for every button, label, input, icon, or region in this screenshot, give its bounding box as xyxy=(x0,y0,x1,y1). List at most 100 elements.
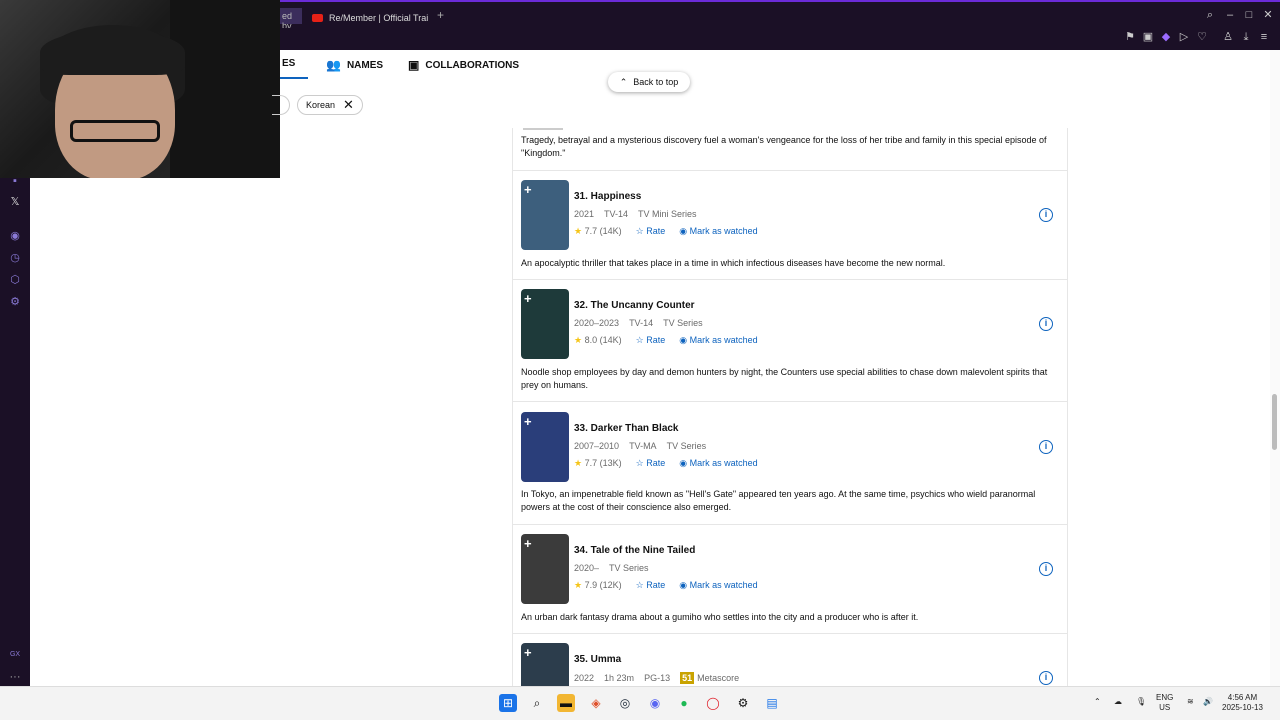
mark-watched-button[interactable]: ◉ Mark as watched xyxy=(679,226,757,237)
info-icon[interactable]: i xyxy=(1039,208,1053,222)
nav-item-collaborations[interactable]: ▣ COLLABORATIONS xyxy=(408,58,519,72)
star-icon: ★ xyxy=(574,458,583,468)
add-watchlist-icon[interactable]: + xyxy=(524,291,532,306)
star-icon: ★ xyxy=(574,226,583,236)
page-scrollbar[interactable] xyxy=(1270,50,1280,686)
menu-icon[interactable]: ≡ xyxy=(1258,31,1270,43)
mark-watched-button[interactable]: ◉ Mark as watched xyxy=(679,335,757,346)
minimize-icon[interactable]: – xyxy=(1224,9,1236,21)
item-description: In Tokyo, an impenetrable field known as… xyxy=(521,489,1036,512)
chevron-up-icon[interactable]: ⌃ xyxy=(1094,697,1101,707)
cloud-icon[interactable]: ☁ xyxy=(1114,697,1122,707)
item-meta: 2021 TV-14 TV Mini Series xyxy=(574,209,697,219)
back-to-top-button[interactable]: ⌃ Back to top xyxy=(608,72,690,92)
metascore-badge: 51 xyxy=(680,672,695,684)
close-icon[interactable]: ✕ xyxy=(343,97,354,113)
tab-previous[interactable]: ed by xyxy=(280,8,302,31)
gx-badge: GX xyxy=(9,651,21,658)
file-explorer-icon[interactable]: ▬ xyxy=(557,694,575,712)
nav-names-label: NAMES xyxy=(346,59,384,71)
info-icon[interactable]: i xyxy=(1039,671,1053,685)
item-meta: 2020– TV Series xyxy=(574,563,649,573)
opera-gx-icon[interactable]: ◯ xyxy=(704,694,722,712)
bookmark-icon[interactable]: ⚑ xyxy=(1124,31,1136,43)
item-title[interactable]: 32. The Uncanny Counter xyxy=(574,300,695,311)
taskbar xyxy=(0,686,1280,720)
rate-button[interactable]: ☆ Rate xyxy=(636,335,666,346)
item-rating: ★ 7.7 (13K) xyxy=(574,458,622,468)
video-library-icon: ▣ xyxy=(408,58,420,72)
search-icon[interactable]: ⌕ xyxy=(1204,9,1216,21)
add-watchlist-icon[interactable]: + xyxy=(524,182,532,197)
item-meta: 2022 1h 23m PG-13 51 Metascore xyxy=(574,672,740,684)
extensions-icon[interactable]: ⬡ xyxy=(9,274,21,286)
vpn-icon[interactable]: ◆ xyxy=(1160,31,1172,43)
maximize-icon[interactable]: □ xyxy=(1243,9,1255,21)
poster-image[interactable]: + xyxy=(521,289,569,359)
steam-icon[interactable]: ◎ xyxy=(616,694,634,712)
snapshot-icon[interactable]: ▣ xyxy=(1142,31,1154,43)
player-icon[interactable]: ▷ xyxy=(1178,31,1190,43)
info-icon[interactable]: i xyxy=(1039,317,1053,331)
item-title[interactable]: 33. Darker Than Black xyxy=(574,423,679,434)
poster-image[interactable]: + xyxy=(521,412,569,482)
mic-icon[interactable]: 🎙 xyxy=(1136,697,1146,707)
rate-button[interactable]: ☆ Rate xyxy=(636,226,666,237)
star-icon: ★ xyxy=(574,580,583,590)
filter-chip-korean[interactable]: Korean ✕ xyxy=(297,95,363,115)
add-watchlist-icon[interactable]: + xyxy=(524,414,532,429)
info-icon[interactable]: i xyxy=(1039,562,1053,576)
spotify-icon[interactable]: ● xyxy=(675,694,693,712)
search-icon[interactable]: ⌕ xyxy=(528,694,546,712)
player-sidebar-icon[interactable]: ◉ xyxy=(9,230,21,242)
metascore-label: Metascore xyxy=(697,673,740,683)
title-list: Tragedy, betrayal and a mysterious disco… xyxy=(512,128,1068,686)
settings-icon[interactable]: ⚙ xyxy=(9,296,21,308)
back-to-top-label: Back to top xyxy=(633,77,679,87)
mark-watched-button[interactable]: ◉ Mark as watched xyxy=(679,580,757,591)
more-icon[interactable]: ··· xyxy=(9,671,21,683)
account-icon[interactable]: ♙ xyxy=(1222,31,1234,43)
item-rating: ★ 7.9 (12K) xyxy=(574,580,622,590)
notepad-icon[interactable]: ▤ xyxy=(763,694,781,712)
item-title[interactable]: 34. Tale of the Nine Tailed xyxy=(574,545,695,556)
people-icon: 👥 xyxy=(326,58,341,72)
poster-image[interactable]: + xyxy=(521,534,569,604)
poster-image[interactable]: + xyxy=(521,180,569,250)
item-meta: 2020–2023 TV-14 TV Series xyxy=(574,318,703,328)
brave-icon[interactable]: ◈ xyxy=(587,694,605,712)
poster-image[interactable]: + xyxy=(521,643,569,686)
scrollbar-thumb[interactable] xyxy=(1272,394,1277,450)
windows-start-icon[interactable]: ⊞ xyxy=(499,694,517,712)
tab-active[interactable]: Re/Member | Official Trai xyxy=(312,8,452,28)
nav-item-names[interactable]: 👥 NAMES xyxy=(326,58,383,72)
mark-watched-button[interactable]: ◉ Mark as watched xyxy=(679,458,757,469)
x-icon[interactable]: 𝕏 xyxy=(9,196,21,208)
chevron-up-icon: ⌃ xyxy=(619,76,628,87)
item-title[interactable]: 35. Umma xyxy=(574,654,621,665)
history-icon[interactable]: ◷ xyxy=(9,252,21,264)
item-description: An apocalyptic thriller that takes place… xyxy=(521,258,946,268)
rate-button[interactable]: ☆ Rate xyxy=(636,458,666,469)
rate-button[interactable]: ☆ Rate xyxy=(636,580,666,591)
info-icon[interactable]: i xyxy=(1039,440,1053,454)
filter-chip-partial[interactable] xyxy=(272,95,290,115)
add-watchlist-icon[interactable]: + xyxy=(524,645,532,660)
item-description: An urban dark fantasy drama about a gumi… xyxy=(521,612,919,622)
item-rating: ★ 8.0 (14K) xyxy=(574,335,622,345)
download-icon[interactable]: ⤓ xyxy=(1240,31,1252,43)
clock[interactable]: 4:56 AM 2025-10-13 xyxy=(1222,693,1263,713)
item-title[interactable]: 31. Happiness xyxy=(574,191,641,202)
webcam-overlay xyxy=(0,0,280,178)
language-indicator[interactable]: ENG US xyxy=(1156,693,1173,713)
app-icon[interactable]: ⚙ xyxy=(734,694,752,712)
close-icon[interactable]: ✕ xyxy=(1262,9,1274,21)
wifi-icon[interactable]: ≋ xyxy=(1187,697,1194,707)
new-tab-button[interactable]: + xyxy=(437,8,444,22)
heart-icon[interactable]: ♡ xyxy=(1196,31,1208,43)
item-rating: ★ 7.7 (14K) xyxy=(574,226,622,236)
volume-icon[interactable]: 🔊 xyxy=(1203,697,1213,707)
add-watchlist-icon[interactable]: + xyxy=(524,536,532,551)
nav-item-titles[interactable]: ES xyxy=(282,58,295,69)
discord-icon[interactable]: ◉ xyxy=(646,694,664,712)
